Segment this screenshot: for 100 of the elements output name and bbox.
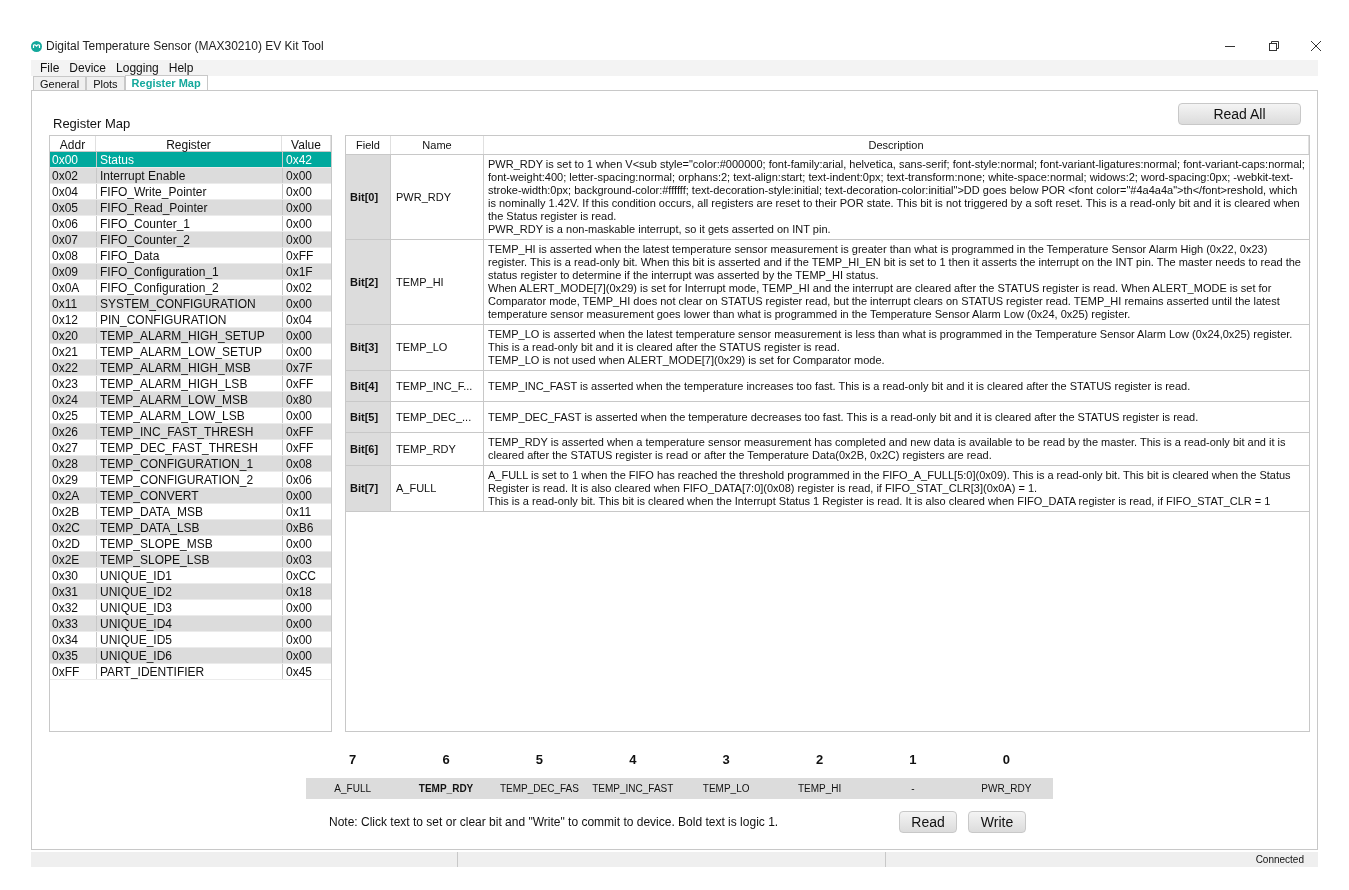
table-cell-text: 0x23: [51, 376, 80, 391]
table-cell: UNIQUE_ID3: [96, 600, 282, 615]
description-text: PWR_RDY is a non-maskable interrupt, so it gets asserted on INT pin.: [488, 223, 832, 236]
register-row[interactable]: 0x0A FIFO_Configuration_2 0x02: [50, 280, 331, 296]
register-row[interactable]: 0x06 FIFO_Counter_1 0x00: [50, 216, 331, 232]
tab[interactable]: General: [33, 76, 87, 90]
register-row[interactable]: 0x26 TEMP_INC_FAST_THRESH 0xFF: [50, 424, 331, 440]
table-cell-text: 0x02: [51, 168, 80, 183]
register-row[interactable]: 0x27 TEMP_DEC_FAST_THRESH 0xFF: [50, 440, 331, 456]
register-row[interactable]: 0x07 FIFO_Counter_2 0x00: [50, 232, 331, 248]
table-cell-text: 0x12: [51, 312, 80, 327]
register-row[interactable]: 0x05 FIFO_Read_Pointer 0x00: [50, 200, 331, 216]
register-row[interactable]: 0xFF PART_IDENTIFIER 0x45: [50, 664, 331, 680]
action-button[interactable]: Read All: [1178, 103, 1301, 125]
register-row[interactable]: 0x31 UNIQUE_ID2 0x18: [50, 584, 331, 600]
menu-item[interactable]: Help: [168, 59, 194, 77]
register-row[interactable]: 0x2A TEMP_CONVERT 0x00: [50, 488, 331, 504]
menu-item[interactable]: File: [40, 59, 60, 77]
description-text: PWR_RDY is set to 1 when V<sub style="color:#000000; font-family:arial, helvetica, sans-serif; font-style:normal; font-variant-ligatures:normal; font-variant-caps:normal; font-weight:400; letter-spacing:normal; orphans:2; text-align:start; text-indent:0px; text-transform:none; white-space:normal; widows:2; word-spacing:0px; -webkit-text-stroke-width:0px; background-color:#ffffff; text-decoration-style:initial; text-decoration-color:initial">DD goes below POR <font color="#4a4a4a">th</font>reshold, which is nominally 1.42V. If this condition occurs, all registers are reset to their POR state. This bit is not triggered by a soft reset. This is a read-only bit and it is cleared when the Status register is read.: [488, 158, 1305, 223]
table-cell-text: 0x06: [51, 216, 80, 231]
bit-toggle[interactable]: TEMP_INC_FAST: [586, 778, 680, 799]
register-row[interactable]: 0x32 UNIQUE_ID3 0x00: [50, 600, 331, 616]
table-cell-text: 0x04: [51, 184, 80, 199]
table-cell-text: 0x26: [51, 424, 80, 439]
description-text: TEMP_DEC_FAST is asserted when the temperature decreases too fast. This is a read-only bit and it is cleared after the STATUS register is read.: [488, 410, 1200, 424]
register-row[interactable]: 0x34 UNIQUE_ID5 0x00: [50, 632, 331, 648]
name-cell: PWR_RDY: [391, 155, 484, 239]
register-row[interactable]: 0x33 UNIQUE_ID4 0x00: [50, 616, 331, 632]
bit-toggle[interactable]: TEMP_DEC_FAS: [492, 778, 587, 799]
register-row[interactable]: 0x30 UNIQUE_ID1 0xCC: [50, 568, 331, 584]
table-cell-text: 0x0A: [51, 280, 81, 295]
table-cell-text: 0x2C: [51, 520, 81, 535]
register-row[interactable]: 0x2C TEMP_DATA_LSB 0xB6: [50, 520, 331, 536]
action-button[interactable]: Write: [968, 811, 1026, 833]
table-cell: 0x00: [282, 616, 331, 631]
section-title: Register Map: [53, 114, 131, 133]
close-icon[interactable]: [1311, 41, 1321, 51]
table-cell: FIFO_Configuration_1: [96, 264, 282, 279]
register-row[interactable]: 0x2D TEMP_SLOPE_MSB 0x00: [50, 536, 331, 552]
table-cell: TEMP_ALARM_HIGH_LSB: [96, 376, 282, 391]
table-cell: FIFO_Data: [96, 248, 282, 263]
register-row[interactable]: 0x08 FIFO_Data 0xFF: [50, 248, 331, 264]
table-cell: 0x00: [282, 296, 331, 311]
menu-item[interactable]: Device: [69, 59, 107, 77]
table-cell: 0x00: [282, 328, 331, 343]
register-row[interactable]: 0x21 TEMP_ALARM_LOW_SETUP 0x00: [50, 344, 331, 360]
table-cell: UNIQUE_ID2: [96, 584, 282, 599]
description-text: When ALERT_MODE[7](0x29) is set for Interrupt mode, TEMP_HI and the interrupt are cleared after the STATUS register is read. When ALERT_MODE is set for Comparator mode, TEMP_HI does not clear on STATUS register read, but the interrupt clears on STATUS register read. TEMP_HI remains asserted until the latest temperature sensor measurement goes lower than what is programmed in the Temperature Sensor Alarm Low (0x24, 0x25) register.: [488, 282, 1281, 321]
register-row[interactable]: 0x12 PIN_CONFIGURATION 0x04: [50, 312, 331, 328]
register-row[interactable]: 0x02 Interrupt Enable 0x00: [50, 168, 331, 184]
register-row[interactable]: 0x28 TEMP_CONFIGURATION_1 0x08: [50, 456, 331, 472]
table-cell-text: 0x29: [51, 472, 80, 487]
register-row[interactable]: 0x2B TEMP_DATA_MSB 0x11: [50, 504, 331, 520]
bit-number: 2: [814, 751, 825, 769]
register-row[interactable]: 0x2E TEMP_SLOPE_LSB 0x03: [50, 552, 331, 568]
field-cell: Bit[6]: [346, 433, 391, 465]
table-cell-text: 0x32: [51, 600, 80, 615]
table-cell-text: 0x28: [51, 456, 80, 471]
bit-toggle[interactable]: TEMP_LO: [679, 778, 773, 799]
bit-toggle[interactable]: PWR_RDY: [959, 778, 1053, 799]
status-text: Connected: [1255, 853, 1304, 867]
table-cell: 0x42: [282, 152, 331, 167]
bit-toggle[interactable]: TEMP_HI: [772, 778, 867, 799]
table-cell-text: 0x21: [51, 344, 80, 359]
action-button[interactable]: Read: [899, 811, 957, 833]
table-cell: TEMP_SLOPE_MSB: [96, 536, 282, 551]
table-cell: TEMP_DATA_MSB: [96, 504, 282, 519]
restore-icon[interactable]: [1269, 41, 1279, 51]
table-cell: 0xCC: [282, 568, 331, 583]
table-cell: TEMP_INC_FAST_THRESH: [96, 424, 282, 439]
register-row[interactable]: 0x24 TEMP_ALARM_LOW_MSB 0x80: [50, 392, 331, 408]
description-text: TEMP_INC_FAST is asserted when the temperature increases too fast. This is a read-only bit and it is cleared after the STATUS register is read.: [488, 379, 1192, 393]
tab[interactable]: Plots: [86, 76, 125, 90]
table-cell: TEMP_DATA_LSB: [96, 520, 282, 535]
table-cell-text: 0x05: [51, 200, 80, 215]
table-cell-text: 0x07: [51, 232, 80, 247]
register-row[interactable]: 0x04 FIFO_Write_Pointer 0x00: [50, 184, 331, 200]
table-cell: 0x18: [282, 584, 331, 599]
bit-number: 6: [441, 751, 451, 769]
table-cell-text: 0x22: [51, 360, 80, 375]
register-row[interactable]: 0x35 UNIQUE_ID6 0x00: [50, 648, 331, 664]
table-cell: TEMP_ALARM_LOW_LSB: [96, 408, 282, 423]
register-row[interactable]: 0x22 TEMP_ALARM_HIGH_MSB 0x7F: [50, 360, 331, 376]
bit-toggle[interactable]: TEMP_RDY: [399, 778, 493, 799]
register-row[interactable]: 0x09 FIFO_Configuration_1 0x1F: [50, 264, 331, 280]
register-row[interactable]: 0x29 TEMP_CONFIGURATION_2 0x06: [50, 472, 331, 488]
table-cell: UNIQUE_ID4: [96, 616, 282, 631]
register-row[interactable]: 0x20 TEMP_ALARM_HIGH_SETUP 0x00: [50, 328, 331, 344]
register-row[interactable]: 0x11 SYSTEM_CONFIGURATION 0x00: [50, 296, 331, 312]
table-cell: 0x00: [282, 632, 331, 647]
register-row[interactable]: 0x23 TEMP_ALARM_HIGH_LSB 0xFF: [50, 376, 331, 392]
table-cell: 0xFF: [282, 424, 331, 439]
name-cell: TEMP_DEC_...: [391, 402, 484, 432]
menu-item[interactable]: Logging: [116, 59, 159, 77]
register-row[interactable]: 0x25 TEMP_ALARM_LOW_LSB 0x00: [50, 408, 331, 424]
table-cell: 0x00: [282, 168, 331, 183]
table-cell: 0x00: [282, 232, 331, 247]
bit-toggle[interactable]: -: [866, 778, 960, 799]
bit-toggle[interactable]: A_FULL: [306, 778, 400, 799]
bit-number: 1: [908, 751, 918, 769]
